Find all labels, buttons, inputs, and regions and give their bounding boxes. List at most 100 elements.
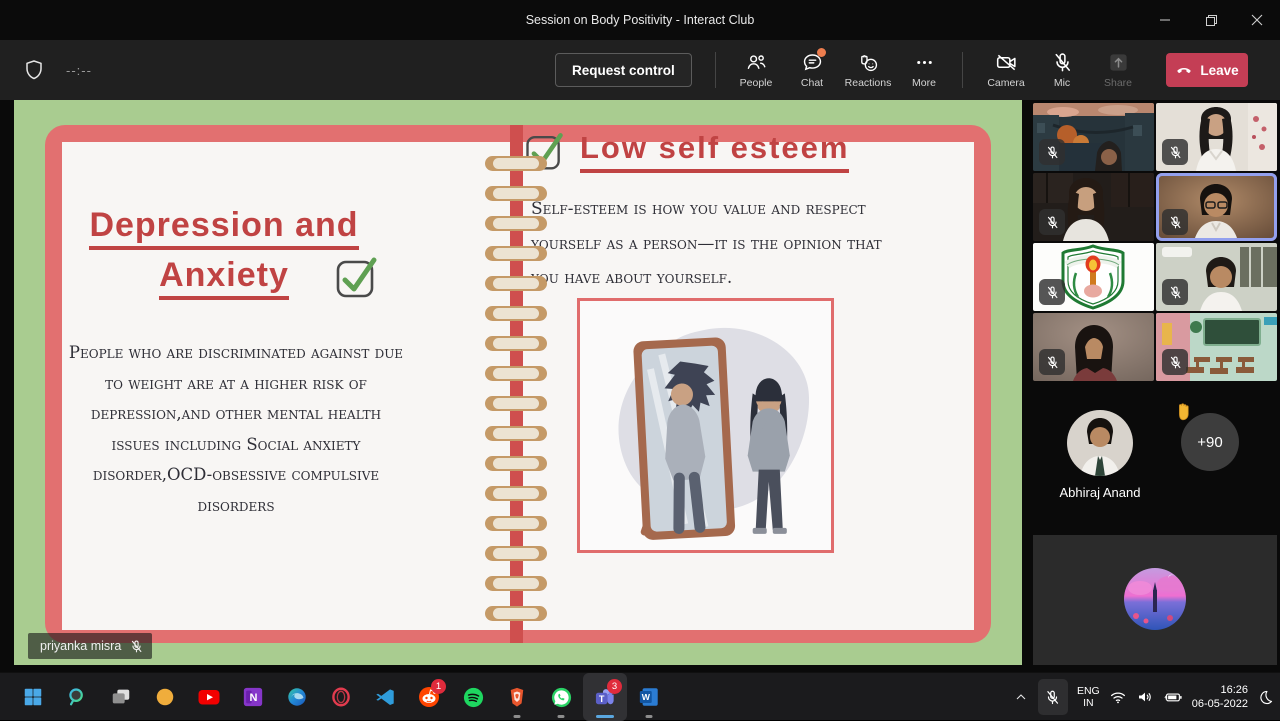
running-indicator <box>558 715 565 718</box>
device-actions: Camera Mic Share <box>978 46 1146 89</box>
opera-button[interactable] <box>319 673 363 721</box>
participant-video-grid <box>1033 103 1277 381</box>
shared-screen[interactable]: Depression and Anxiety People who are di… <box>14 100 1022 665</box>
participant-video-classroom[interactable] <box>1156 313 1277 381</box>
brave-icon <box>506 686 528 708</box>
system-tray: ENG IN 16:26 06-05-2022 <box>1013 673 1274 721</box>
tray-expand-chevron-icon[interactable] <box>1013 689 1029 705</box>
avatar[interactable] <box>1067 410 1133 476</box>
focus-assist-moon-icon[interactable] <box>1257 689 1274 706</box>
mic-off-icon <box>1045 285 1060 300</box>
meeting-toolbar: --:-- Request control People Chat <box>0 40 1280 100</box>
spotify-button[interactable] <box>451 673 495 721</box>
window-controls <box>1142 0 1280 40</box>
onenote-button[interactable]: N <box>231 673 275 721</box>
request-control-button[interactable]: Request control <box>555 53 692 87</box>
restore-button[interactable] <box>1188 0 1234 40</box>
participant-video-woman-looking-down[interactable] <box>1033 313 1154 381</box>
reddit-notification-badge: 1 <box>431 679 446 694</box>
whatsapp-icon <box>550 686 573 709</box>
word-button[interactable]: W <box>627 673 671 721</box>
camera-button[interactable]: Camera <box>978 46 1034 89</box>
chat-button[interactable]: Chat <box>784 46 840 89</box>
youtube-button[interactable] <box>187 673 231 721</box>
participant-panel[interactable] <box>1033 535 1277 665</box>
teams-button[interactable]: T 3 <box>583 673 627 721</box>
more-label: More <box>912 77 936 89</box>
checkmark-box-icon <box>332 252 380 300</box>
presenter-name: priyanka misra <box>40 639 121 653</box>
svg-text:N: N <box>249 692 257 704</box>
restore-icon <box>1205 14 1218 27</box>
whatsapp-button[interactable] <box>539 673 583 721</box>
request-control-label: Request control <box>572 63 675 78</box>
search-button[interactable] <box>55 673 99 721</box>
participant-video-girl-window-room[interactable] <box>1156 243 1277 311</box>
avatar <box>1124 568 1186 630</box>
spiral-ring <box>485 486 547 501</box>
amber-circle-icon <box>154 686 176 708</box>
participant-video-boy-glasses-active[interactable] <box>1156 173 1277 241</box>
wifi-icon[interactable] <box>1109 688 1127 706</box>
clock[interactable]: 16:26 06-05-2022 <box>1192 683 1248 711</box>
people-button[interactable]: People <box>728 46 784 89</box>
window-title: Session on Body Positivity - Interact Cl… <box>526 13 755 27</box>
language-indicator[interactable]: ENG IN <box>1077 685 1100 709</box>
window-titlebar: Session on Body Positivity - Interact Cl… <box>0 0 1280 40</box>
mic-off-icon <box>1045 355 1060 370</box>
task-view-button[interactable] <box>99 673 143 721</box>
mic-off-icon <box>1168 355 1183 370</box>
volume-icon[interactable] <box>1136 688 1154 706</box>
youtube-icon <box>197 685 221 709</box>
start-button[interactable] <box>11 673 55 721</box>
spiral-ring <box>485 246 547 261</box>
participant-video-game-scene[interactable] <box>1033 103 1154 171</box>
spiral-ring <box>485 396 547 411</box>
more-button[interactable]: More <box>896 46 952 89</box>
tile-mic-off-badge <box>1162 279 1188 305</box>
minimize-icon <box>1159 14 1171 26</box>
running-indicator <box>514 715 521 718</box>
hangup-icon <box>1175 61 1193 79</box>
mic-off-icon <box>1051 51 1074 74</box>
teams-notification-badge: 3 <box>607 679 622 694</box>
cortana-button[interactable] <box>143 673 187 721</box>
shield-icon <box>22 58 46 82</box>
participant-video-girl-light-room[interactable] <box>1156 103 1277 171</box>
spiral-ring <box>485 156 547 171</box>
leave-button[interactable]: Leave <box>1166 53 1248 87</box>
spiral-ring <box>485 576 547 591</box>
participant-video-school-crest[interactable] <box>1033 243 1154 311</box>
slide-body-right: Self-esteem is how you value and respect… <box>531 192 897 296</box>
tile-mic-off-badge <box>1162 349 1188 375</box>
brave-button[interactable] <box>495 673 539 721</box>
word-icon: W <box>638 686 660 708</box>
people-label: People <box>740 77 773 89</box>
opera-icon <box>330 686 352 708</box>
mic-button[interactable]: Mic <box>1034 46 1090 89</box>
onenote-icon: N <box>242 686 264 708</box>
reddit-button[interactable]: 1 <box>407 673 451 721</box>
chat-label: Chat <box>801 77 823 89</box>
spiral-ring <box>485 216 547 231</box>
vscode-button[interactable] <box>363 673 407 721</box>
participant-video-girl-dark-room[interactable] <box>1033 173 1154 241</box>
task-view-icon <box>110 686 132 708</box>
edge-button[interactable] <box>275 673 319 721</box>
reactions-button[interactable]: Reactions <box>840 46 896 89</box>
share-icon <box>1107 51 1130 74</box>
leave-label: Leave <box>1200 63 1238 78</box>
tray-mic-button[interactable] <box>1038 679 1068 715</box>
spiral-ring <box>485 426 547 441</box>
battery-icon[interactable] <box>1163 688 1183 706</box>
tile-mic-off-badge <box>1039 209 1065 235</box>
close-button[interactable] <box>1234 0 1280 40</box>
spiral-ring <box>485 336 547 351</box>
mic-off-icon <box>129 639 144 654</box>
tile-mic-off-badge <box>1162 139 1188 165</box>
mic-off-icon <box>1168 285 1183 300</box>
mic-off-icon <box>1168 145 1183 160</box>
minimize-button[interactable] <box>1142 0 1188 40</box>
svg-text:W: W <box>642 692 651 702</box>
meeting-info: --:-- <box>22 40 92 100</box>
